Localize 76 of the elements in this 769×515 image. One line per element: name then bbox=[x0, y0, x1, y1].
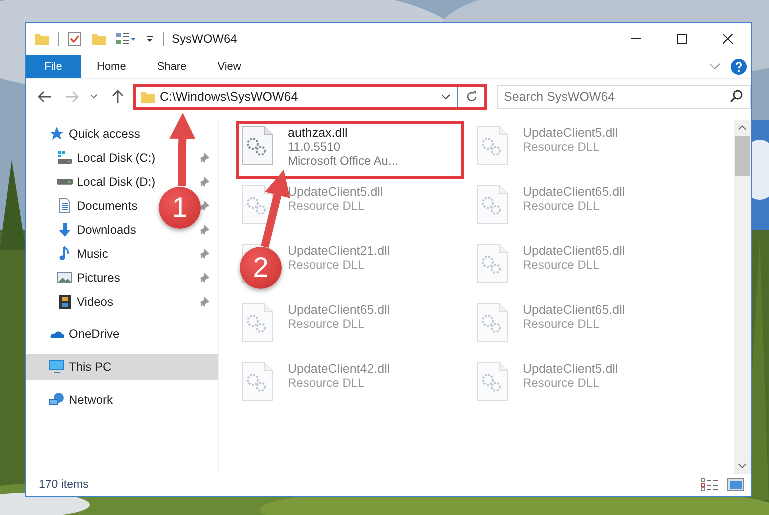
file-name: UpdateClient65.dll bbox=[288, 303, 390, 317]
drive-icon bbox=[57, 179, 73, 185]
file-name: UpdateClient5.dll bbox=[523, 362, 618, 376]
file-item[interactable]: authzax.dll 11.0.5510 Microsoft Office Au... bbox=[288, 126, 398, 168]
pictures-icon bbox=[57, 270, 73, 286]
maximize-icon bbox=[677, 34, 687, 44]
address-field[interactable]: C:\Windows\SysWOW64 bbox=[133, 84, 487, 110]
nav-item[interactable]: Local Disk (C:) bbox=[26, 146, 218, 170]
file-detail: Resource DLL bbox=[288, 258, 365, 272]
file-name: UpdateClient5.dll bbox=[523, 126, 618, 140]
up-icon[interactable] bbox=[111, 90, 125, 104]
nav-item[interactable]: OneDrive bbox=[26, 322, 218, 346]
dropdown-icon[interactable] bbox=[441, 94, 451, 100]
search-icon bbox=[729, 89, 745, 105]
back-icon[interactable] bbox=[38, 90, 52, 104]
scrollbar-thumb[interactable] bbox=[735, 136, 750, 176]
computer-icon bbox=[49, 359, 65, 375]
dll-file-icon bbox=[477, 303, 509, 343]
dropdown-icon[interactable] bbox=[145, 34, 155, 44]
file-name: UpdateClient21.dll bbox=[288, 244, 390, 258]
ribbon-tab[interactable]: View bbox=[204, 55, 254, 78]
file-name: UpdateClient5.dll bbox=[288, 185, 384, 199]
recent-locations-icon[interactable] bbox=[90, 94, 98, 100]
dll-file-icon bbox=[477, 244, 509, 284]
file-detail: Resource DLL bbox=[523, 376, 600, 390]
drive-icon bbox=[57, 150, 73, 166]
scroll-down-icon[interactable] bbox=[738, 463, 747, 469]
help-icon[interactable] bbox=[731, 58, 747, 74]
close-icon bbox=[723, 34, 733, 44]
file-name: authzax.dll bbox=[288, 126, 348, 140]
dll-file-icon bbox=[477, 362, 509, 402]
expand-ribbon-icon[interactable] bbox=[709, 62, 721, 70]
address-path: C:\Windows\SysWOW64 bbox=[160, 90, 300, 104]
dll-file-icon bbox=[477, 126, 509, 166]
details-view-icon[interactable] bbox=[701, 478, 719, 492]
file-name: UpdateClient65.dll bbox=[523, 303, 626, 317]
nav-item[interactable]: Network bbox=[26, 388, 218, 412]
file-detail: Resource DLL bbox=[288, 317, 365, 331]
file-detail: 11.0.5510 bbox=[288, 140, 340, 154]
dll-file-icon bbox=[242, 303, 274, 343]
file-detail: Resource DLL bbox=[523, 140, 600, 154]
file-detail: Resource DLL bbox=[288, 199, 365, 213]
dll-file-icon bbox=[242, 362, 274, 402]
window-title: SysWOW64 bbox=[172, 32, 238, 46]
folder-icon bbox=[140, 89, 156, 105]
file-detail: Resource DLL bbox=[288, 376, 365, 390]
nav-item[interactable]: Quick access bbox=[26, 122, 218, 146]
download-icon bbox=[57, 222, 73, 238]
ribbon-tab[interactable]: Home bbox=[84, 55, 140, 78]
file-name: UpdateClient65.dll bbox=[523, 244, 626, 258]
large-icons-view-icon[interactable] bbox=[727, 478, 745, 492]
properties-icon[interactable] bbox=[115, 30, 137, 46]
nav-item[interactable]: Music bbox=[26, 242, 218, 266]
file-detail: Resource DLL bbox=[523, 317, 600, 331]
file-name: UpdateClient65.dll bbox=[523, 185, 626, 199]
ribbon-tab[interactable]: Share bbox=[144, 55, 200, 78]
film-icon bbox=[57, 294, 73, 310]
scrollbar[interactable] bbox=[734, 120, 751, 474]
search-field[interactable]: Search SysWOW64 bbox=[497, 85, 751, 109]
file-detail: Resource DLL bbox=[523, 258, 600, 272]
file-detail: Resource DLL bbox=[523, 199, 600, 213]
checklist-icon[interactable] bbox=[67, 30, 83, 46]
nav-item[interactable]: This PC bbox=[26, 354, 218, 380]
file-detail: Microsoft Office Au... bbox=[288, 154, 398, 168]
nav-item[interactable]: Videos bbox=[26, 290, 218, 314]
dll-file-icon bbox=[242, 126, 274, 166]
network-icon bbox=[49, 392, 65, 408]
nav-item[interactable]: Pictures bbox=[26, 266, 218, 290]
document-icon bbox=[57, 198, 73, 214]
scroll-up-icon[interactable] bbox=[738, 125, 747, 131]
item-count: 170 items bbox=[39, 479, 89, 491]
star-icon bbox=[49, 126, 65, 142]
file-name: UpdateClient42.dll bbox=[288, 362, 390, 376]
dll-file-icon bbox=[242, 185, 274, 225]
file-tab[interactable]: File bbox=[26, 55, 81, 78]
dll-file-icon bbox=[477, 185, 509, 225]
